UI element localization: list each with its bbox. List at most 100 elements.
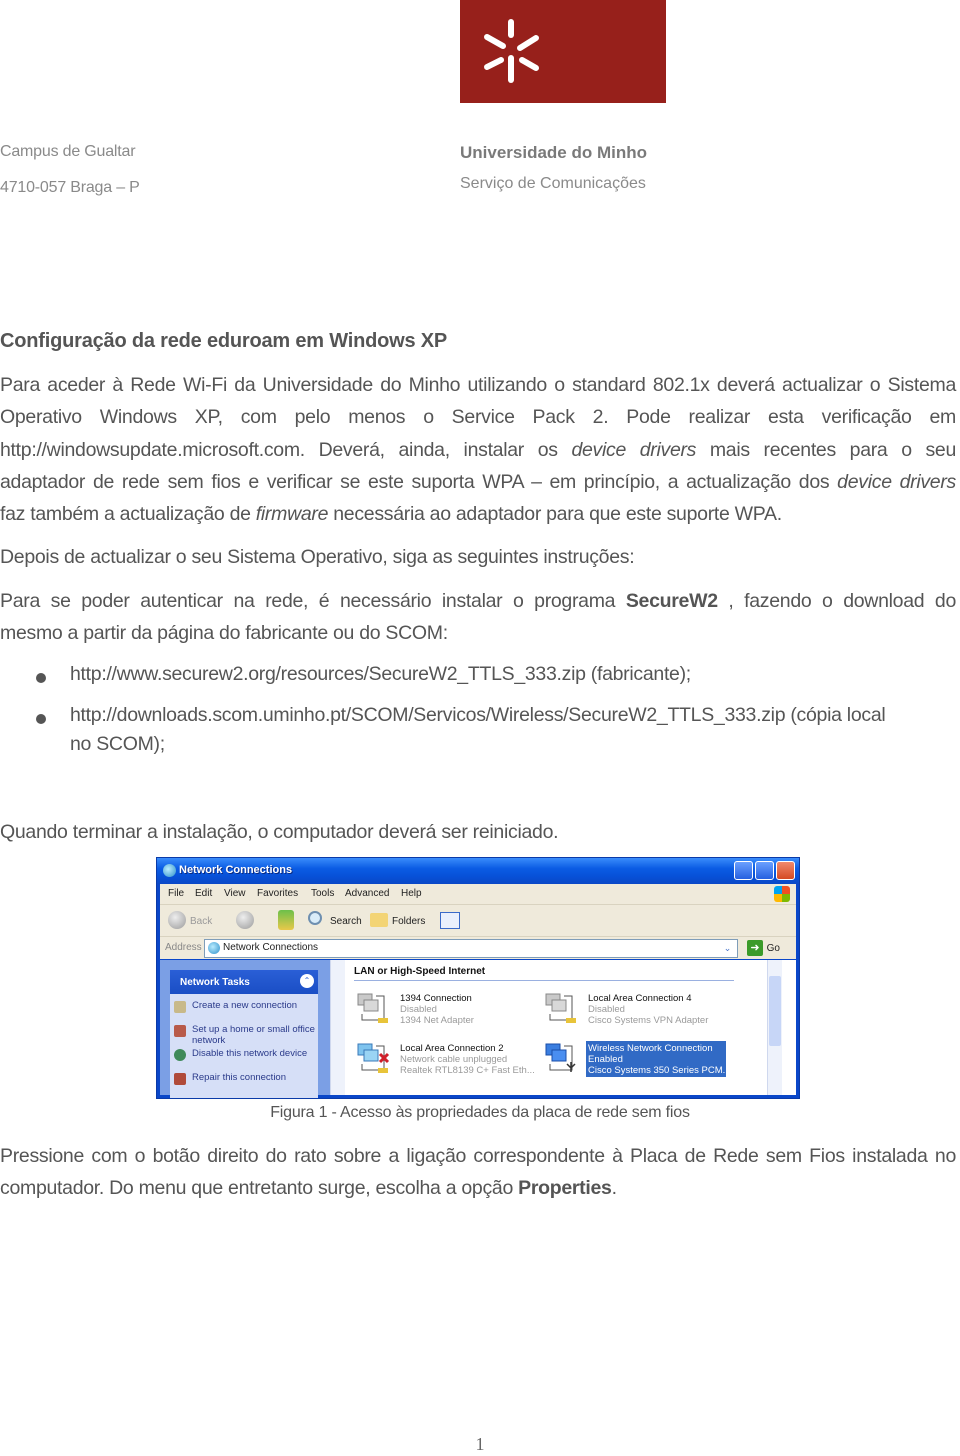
intro-line-2: Operativo Windows XP, com pelo menos o S… <box>0 406 956 429</box>
restart-text: Quando terminar a instalação, o computad… <box>0 821 559 843</box>
chevron-down-icon[interactable]: ⌄ <box>721 942 734 955</box>
folders-button[interactable]: Folders <box>392 916 425 927</box>
download-link-scom[interactable]: http://downloads.scom.uminho.pt/SCOM/Ser… <box>70 704 886 727</box>
address-label: Address <box>165 942 202 953</box>
back-arrow-icon[interactable] <box>168 911 186 929</box>
network-computer-icon <box>545 993 576 1023</box>
securew2-line-1: Para se poder autenticar na rede, é nece… <box>0 585 956 617</box>
text: mais recentes para o seu <box>696 438 956 461</box>
disable-device-icon <box>174 1049 186 1061</box>
menu-help[interactable]: Help <box>401 888 422 899</box>
menu-bar: File Edit View Favorites Tools Advanced … <box>160 884 796 905</box>
network-tasks-panel: Network Tasks ⌃ Create a new connection … <box>170 970 318 1098</box>
group-title: LAN or High-Speed Internet <box>354 966 486 977</box>
address-value: Network Connections <box>223 942 319 953</box>
search-icon <box>308 911 322 925</box>
address-line-1: Campus de Gualtar <box>0 143 136 160</box>
address-line-2: 4710-057 Braga – P <box>0 179 140 196</box>
address-bar: Address Network Connections ⌄ ➜ Go <box>160 937 796 959</box>
window-titlebar: Network Connections <box>157 858 799 884</box>
service-name: Serviço de Comunicações <box>460 175 646 192</box>
task-pane-scrollbar[interactable] <box>330 960 345 1095</box>
document-title: Configuração da rede eduroam em Windows … <box>0 330 448 352</box>
network-globe-icon <box>208 942 220 954</box>
go-button[interactable]: Go <box>767 943 780 954</box>
network-tasks-title: Network Tasks <box>180 977 250 988</box>
text: , fazendo o download do <box>717 590 957 612</box>
menu-edit[interactable]: Edit <box>195 888 212 899</box>
text: Para se poder autenticar na rede, é nece… <box>0 590 626 612</box>
bullet-icon <box>36 714 46 724</box>
emphasis: firmware <box>255 503 329 526</box>
securew2-paragraph: Para se poder autenticar na rede, é nece… <box>0 585 956 650</box>
intro-line-4: adaptador de rede sem fios e verificar s… <box>0 466 956 498</box>
collapse-icon[interactable]: ⌃ <box>300 974 314 988</box>
group-divider <box>354 980 734 981</box>
network-tasks-header[interactable]: Network Tasks ⌃ <box>170 970 318 994</box>
intro-paragraph: Para aceder à Rede Wi-Fi da Universidade… <box>0 369 956 530</box>
connection-status: Network cable unplugged <box>400 1054 508 1065</box>
connection-wireless[interactable]: Wireless Network Connection Enabled Cisc… <box>544 1040 734 1080</box>
restart-paragraph: Quando terminar a instalação, o computad… <box>0 816 956 848</box>
menu-tools[interactable]: Tools <box>311 888 334 899</box>
properties-paragraph: Pressione com o botão direito do rato so… <box>0 1140 956 1205</box>
connection-device: Realtek RTL8139 C+ Fast Eth... <box>400 1065 535 1076</box>
connection-status: Disabled <box>588 1004 625 1015</box>
page-number: 1 <box>475 1434 485 1454</box>
list-item: http://downloads.scom.uminho.pt/SCOM/Ser… <box>0 704 960 764</box>
intro-line-3: http://windowsupdate.microsoft.com. Deve… <box>0 434 956 466</box>
instructions-intro: Depois de actualizar o seu Sistema Opera… <box>0 541 956 573</box>
connection-device: Cisco Systems 350 Series PCM... <box>588 1065 731 1076</box>
properties-option: Properties <box>518 1177 612 1200</box>
back-button[interactable]: Back <box>190 916 212 927</box>
download-link-manufacturer[interactable]: http://www.securew2.org/resources/Secure… <box>70 663 691 686</box>
task-create-connection[interactable]: Create a new connection <box>192 1000 316 1011</box>
home-network-icon <box>174 1025 186 1037</box>
task-disable-device[interactable]: Disable this network device <box>192 1048 316 1059</box>
properties-line-2: computador. Do menu que entretanto surge… <box>0 1172 956 1204</box>
close-button[interactable] <box>776 861 795 880</box>
network-computer-icon <box>357 993 388 1023</box>
text: computador. Do menu que entretanto surge… <box>0 1177 519 1200</box>
scrollbar-thumb[interactable] <box>769 976 781 1046</box>
toolbar: Back Search Folders <box>160 905 796 937</box>
connection-1394[interactable]: 1394 Connection Disabled 1394 Net Adapte… <box>356 990 546 1030</box>
views-icon[interactable] <box>440 912 460 929</box>
go-arrow-icon[interactable]: ➜ <box>747 940 763 956</box>
list-item: http://www.securew2.org/resources/Secure… <box>0 663 960 693</box>
uminho-star-icon <box>484 19 539 83</box>
text: . <box>611 1177 617 1200</box>
new-connection-icon <box>174 1001 186 1013</box>
connections-scrollbar[interactable] <box>767 960 782 1095</box>
address-input[interactable]: Network Connections ⌄ <box>204 939 738 958</box>
figure-caption: Figura 1 - Acesso às propriedades da pla… <box>270 1104 690 1121</box>
window-title: Network Connections <box>179 864 293 876</box>
menu-advanced[interactable]: Advanced <box>345 888 389 899</box>
properties-line-1: Pressione com o botão direito do rato so… <box>0 1145 956 1167</box>
up-folder-icon[interactable] <box>278 910 294 930</box>
university-name: Universidade do Minho <box>460 143 648 162</box>
securew2-line-2: mesmo a partir da página do fabricante o… <box>0 622 448 645</box>
maximize-button[interactable] <box>755 861 774 880</box>
connection-name: Local Area Connection 4 <box>588 993 692 1004</box>
program-name: SecureW2 <box>625 590 718 612</box>
text: necessária ao adaptador para que este su… <box>328 503 782 526</box>
emphasis: device drivers <box>571 438 697 461</box>
task-repair-connection[interactable]: Repair this connection <box>192 1072 316 1083</box>
connection-lan-4[interactable]: Local Area Connection 4 Disabled Cisco S… <box>544 990 734 1030</box>
menu-favorites[interactable]: Favorites <box>257 888 298 899</box>
minimize-button[interactable] <box>734 861 753 880</box>
network-unplugged-icon <box>357 1043 390 1073</box>
emphasis: device drivers <box>837 470 956 493</box>
connection-device: 1394 Net Adapter <box>400 1015 474 1026</box>
connections-list: LAN or High-Speed Internet 1394 Connecti… <box>344 960 782 1095</box>
search-button[interactable]: Search <box>330 916 362 927</box>
wireless-computer-icon <box>545 1043 576 1072</box>
text: adaptador de rede sem fios e verificar s… <box>0 470 838 493</box>
menu-view[interactable]: View <box>224 888 246 899</box>
menu-file[interactable]: File <box>168 888 184 899</box>
connection-lan-2[interactable]: Local Area Connection 2 Network cable un… <box>356 1040 546 1080</box>
task-home-network[interactable]: Set up a home or small office network <box>192 1024 316 1046</box>
forward-arrow-icon[interactable] <box>236 911 254 929</box>
windows-logo-icon <box>774 886 790 902</box>
